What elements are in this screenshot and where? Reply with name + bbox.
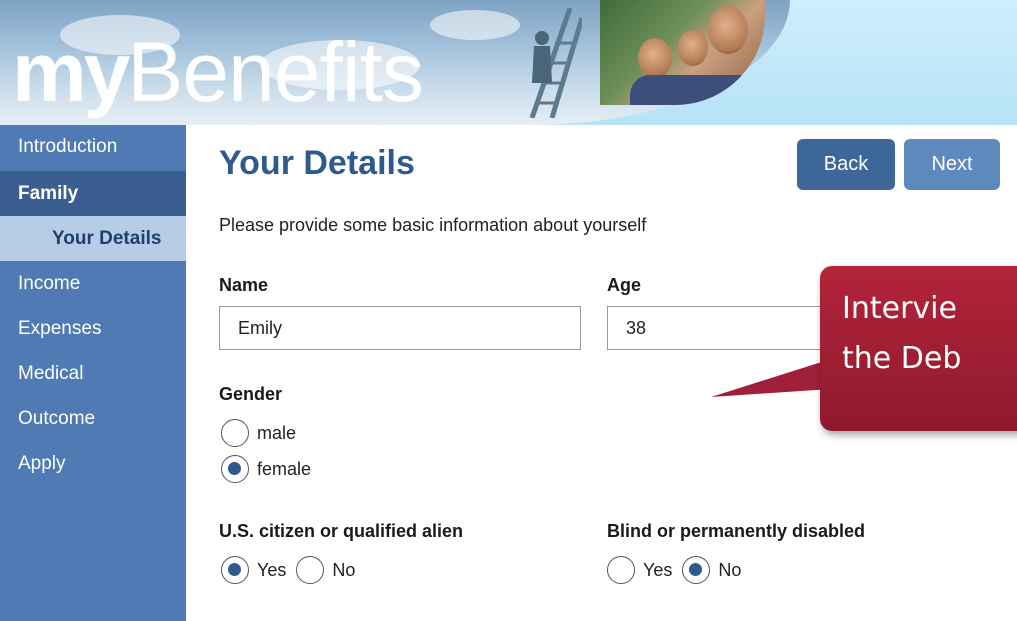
age-label: Age [607, 275, 642, 295]
family-photo [600, 0, 765, 105]
citizen-no-radio[interactable] [296, 556, 325, 584]
sidebar-item-expenses[interactable]: Expenses [0, 306, 186, 351]
citizen-yes-radio[interactable] [221, 556, 249, 584]
sidebar-item-medical[interactable]: Medical [0, 351, 186, 396]
callout-bubble: Intervie the Deb [820, 266, 1017, 431]
sidebar-item-your-details[interactable]: Your Details [0, 216, 186, 261]
citizen-label: U.S. citizen or qualified alien [219, 521, 464, 541]
header-banner: myBenefits [0, 0, 1017, 125]
sidebar-item-outcome[interactable]: Outcome [0, 396, 186, 441]
citizen-radio-group: Yes No [221, 556, 365, 584]
intro-text: Please provide some basic information ab… [219, 215, 647, 235]
disabled-yes-radio[interactable] [607, 556, 635, 584]
callout-line-2: the Deb [842, 341, 962, 376]
gender-option-male[interactable]: male [221, 419, 306, 447]
disabled-yes-label: Yes [643, 559, 673, 580]
callout-pointer [711, 359, 831, 397]
disabled-radio-group: Yes No [607, 556, 751, 584]
citizen-no-label: No [332, 559, 356, 580]
next-button[interactable]: Next [904, 139, 1000, 190]
sidebar-item-introduction[interactable]: Introduction [0, 125, 186, 171]
age-field[interactable]: 38 [607, 306, 847, 350]
disabled-label: Blind or permanently disabled [607, 521, 866, 541]
disabled-no-label: No [718, 559, 742, 580]
sidebar-item-income[interactable]: Income [0, 261, 186, 306]
female-radio[interactable] [221, 455, 249, 483]
cloud-decoration [430, 10, 520, 40]
male-label: male [257, 422, 297, 443]
male-radio[interactable] [221, 419, 249, 447]
page-title: Your Details [219, 144, 415, 182]
disabled-no-radio[interactable] [682, 556, 711, 584]
female-label: female [257, 458, 312, 479]
sidebar-item-apply[interactable]: Apply [0, 441, 186, 486]
citizen-yes-label: Yes [257, 559, 287, 580]
sidebar-item-family[interactable]: Family [0, 171, 186, 216]
name-label: Name [219, 275, 269, 295]
callout-line-1: Intervie [842, 291, 957, 326]
gender-option-female[interactable]: female [221, 455, 321, 483]
back-button[interactable]: Back [797, 139, 895, 190]
name-field[interactable]: Emily [219, 306, 581, 350]
ladder-worker-image [529, 8, 582, 118]
gender-label: Gender [219, 384, 283, 404]
sidebar-nav: Introduction Family Your Details Income … [0, 125, 186, 621]
mybenefits-logo: myBenefits [12, 25, 424, 119]
